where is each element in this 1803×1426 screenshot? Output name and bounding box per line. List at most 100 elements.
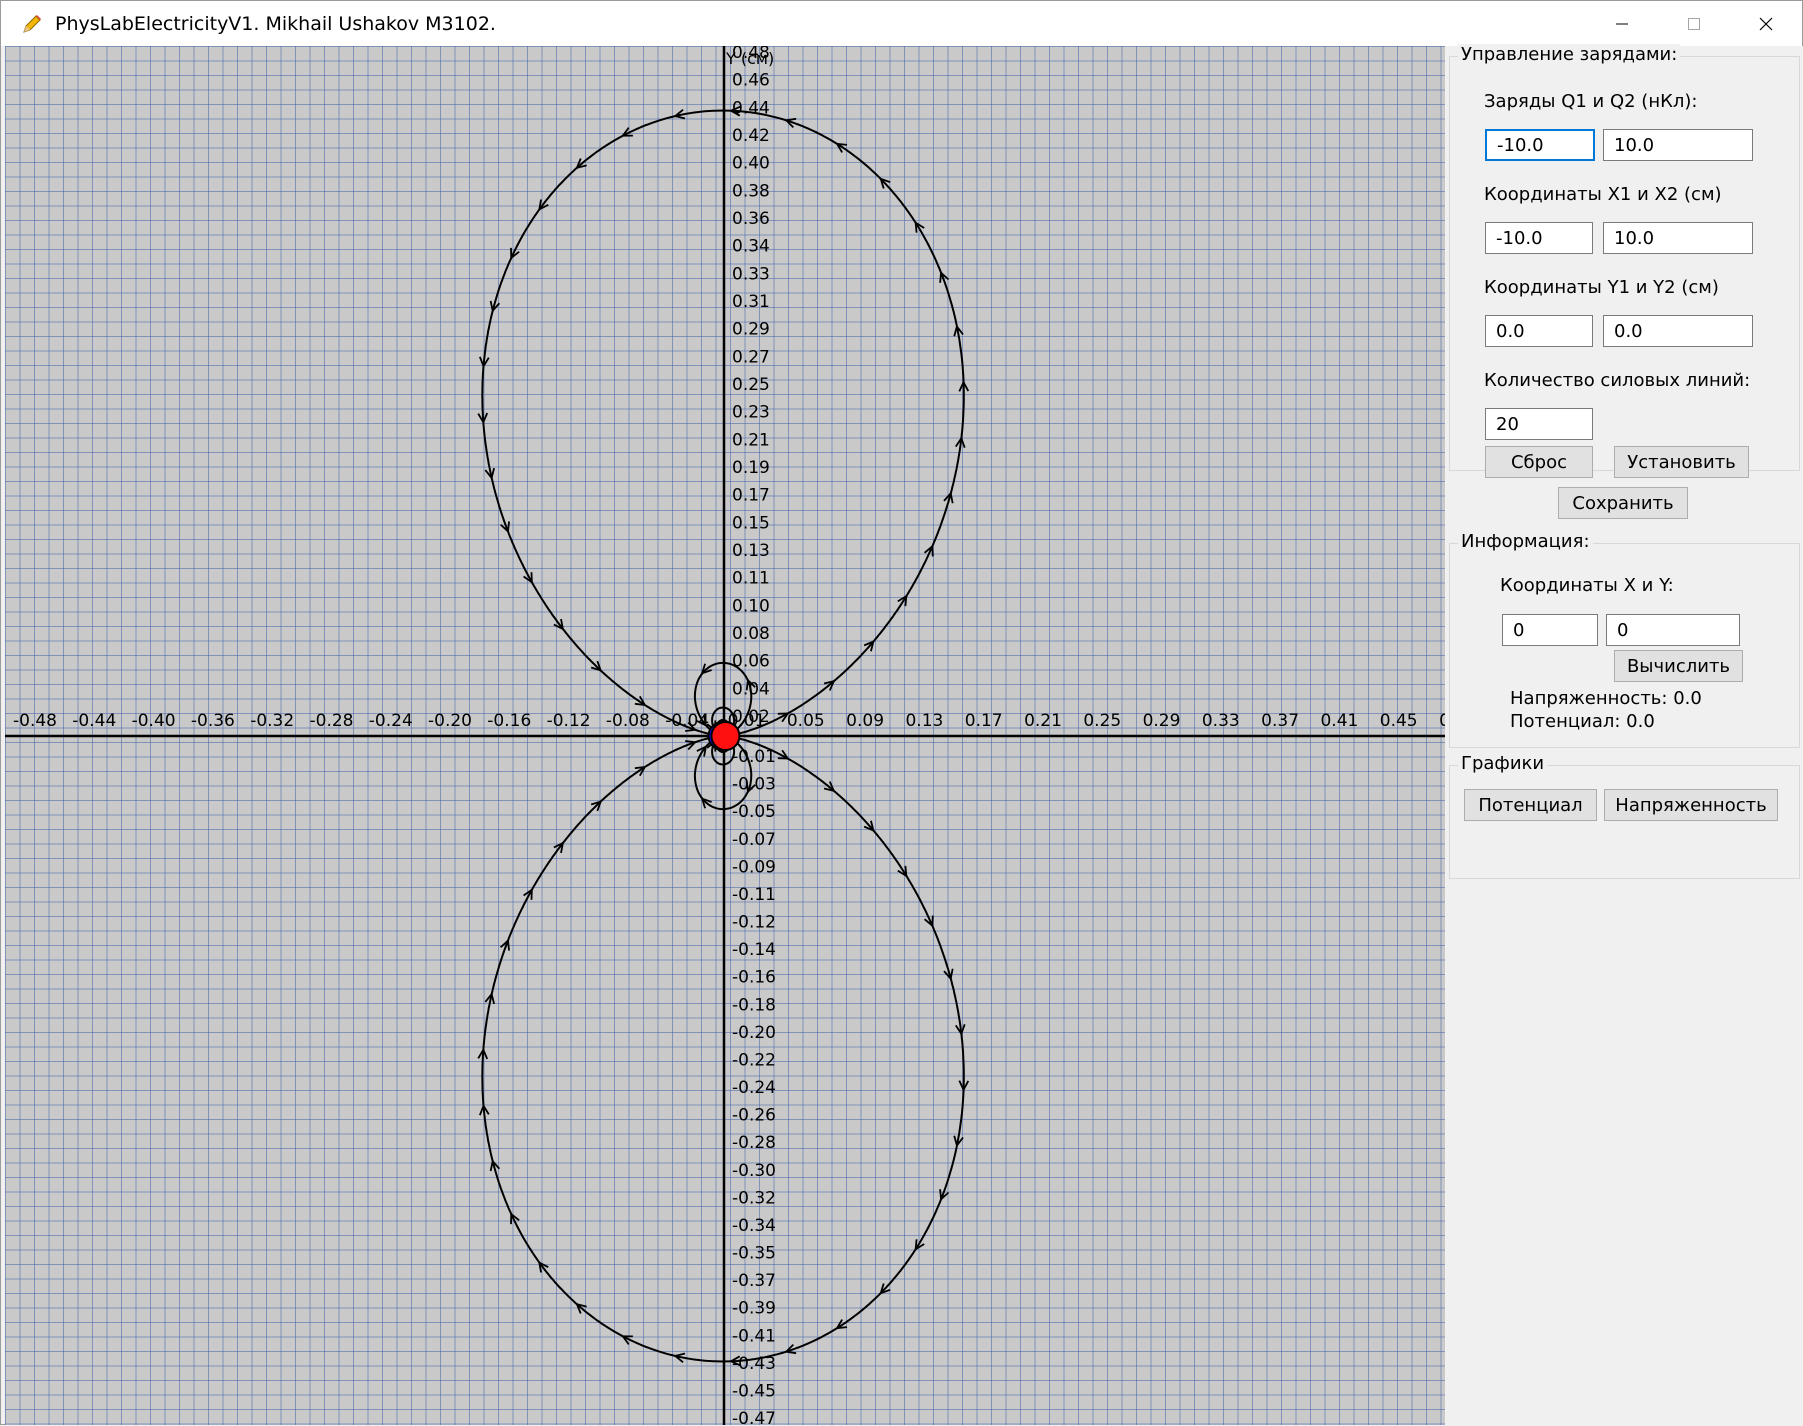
x-tick-label: 0.33 bbox=[1202, 711, 1240, 731]
x-tick-label: 0.13 bbox=[905, 711, 943, 731]
maximize-button[interactable] bbox=[1658, 1, 1730, 46]
title-bar[interactable]: PhysLabElectricityV1. Mikhail Ushakov M3… bbox=[1, 1, 1802, 46]
save-button[interactable]: Сохранить bbox=[1558, 487, 1688, 519]
y-tick-label: -0.47 bbox=[732, 1409, 776, 1425]
field-lines-plot[interactable]: Y (см) -0.48 -0.44 -0.40 -0.36 -0.32 -0.28 -0.… bbox=[5, 46, 1445, 1425]
x-tick-label: -0.36 bbox=[191, 711, 235, 731]
x-tick-label: 0.17 bbox=[965, 711, 1003, 731]
y-tick-label: 0.46 bbox=[732, 71, 770, 91]
pencil-icon bbox=[21, 13, 43, 35]
minimize-button[interactable] bbox=[1586, 1, 1658, 46]
y-tick-label: -0.39 bbox=[732, 1299, 776, 1319]
charge-q2-marker[interactable] bbox=[710, 721, 741, 751]
x-tick-label: 0.37 bbox=[1261, 711, 1299, 731]
y-tick-label: -0.28 bbox=[732, 1133, 776, 1153]
y-tick-label: 0.48 bbox=[732, 46, 770, 63]
y-tick-label: 0.31 bbox=[732, 292, 770, 312]
x-tick-label: 0.05 bbox=[787, 711, 825, 731]
x-tick-label: 0.45 bbox=[1380, 711, 1418, 731]
y-tick-label: 0.40 bbox=[732, 154, 770, 174]
x-tick-label: -0.20 bbox=[428, 711, 472, 731]
x-tick-label: -0.28 bbox=[310, 711, 354, 731]
x-tick-label: -0.24 bbox=[369, 711, 413, 731]
x1-input[interactable] bbox=[1485, 222, 1593, 254]
x-tick-label: -0.44 bbox=[72, 711, 116, 731]
coords-xy-label: Координаты X и Y: bbox=[1500, 575, 1674, 596]
y-tick-label: -0.24 bbox=[732, 1078, 776, 1098]
y-tick-label: 0.21 bbox=[732, 430, 770, 450]
y-tick-label: -0.22 bbox=[732, 1050, 776, 1070]
charges-group bbox=[707, 721, 741, 751]
y-tick-label: 0.15 bbox=[732, 513, 770, 533]
q2-input[interactable] bbox=[1603, 129, 1753, 161]
close-icon bbox=[1759, 17, 1773, 30]
info-x-input[interactable] bbox=[1502, 614, 1598, 646]
window-title: PhysLabElectricityV1. Mikhail Ushakov M3… bbox=[55, 12, 496, 35]
y-coords-label: Координаты Y1 и Y2 (см) bbox=[1484, 277, 1719, 298]
graphs-group: Графики Потенциал Напряженность bbox=[1449, 753, 1800, 879]
compute-button[interactable]: Вычислить bbox=[1614, 650, 1743, 682]
y-tick-label: 0.25 bbox=[732, 375, 770, 395]
q1-input[interactable] bbox=[1485, 129, 1595, 161]
minimize-icon bbox=[1616, 23, 1628, 24]
y-tick-label: 0.06 bbox=[732, 652, 770, 672]
y-tick-label: -0.07 bbox=[732, 830, 776, 850]
y-tick-label: 0.42 bbox=[732, 126, 770, 146]
x-tick-label: -0.12 bbox=[547, 711, 591, 731]
x-tick-label: -0.40 bbox=[132, 711, 176, 731]
info-y-input[interactable] bbox=[1606, 614, 1740, 646]
y-tick-label: -0.16 bbox=[732, 968, 776, 988]
potential-graph-button[interactable]: Потенциал bbox=[1464, 789, 1597, 821]
close-button[interactable] bbox=[1730, 1, 1802, 46]
x-tick-label: 0.21 bbox=[1024, 711, 1062, 731]
x-coords-label: Координаты X1 и X2 (см) bbox=[1484, 184, 1722, 205]
field-lines-count-input[interactable] bbox=[1485, 408, 1593, 440]
intensity-graph-button[interactable]: Напряженность bbox=[1604, 789, 1778, 821]
x-tick-label: -0.04 bbox=[665, 711, 709, 731]
y-tick-label: 0.23 bbox=[732, 403, 770, 423]
y-tick-label: 0.38 bbox=[732, 181, 770, 201]
y-tick-label: 0.29 bbox=[732, 320, 770, 340]
y-tick-label: 0.36 bbox=[732, 209, 770, 229]
y-tick-label: -0.35 bbox=[732, 1244, 776, 1264]
y-tick-label: 0.02 bbox=[732, 707, 770, 727]
charge-control-group: Управление зарядами: Заряды Q1 и Q2 (нКл… bbox=[1449, 44, 1800, 478]
y-tick-label: 0.17 bbox=[732, 486, 770, 506]
intensity-readout: Напряженность: 0.0 bbox=[1510, 688, 1702, 709]
x-tick-label: -0.08 bbox=[606, 711, 650, 731]
maximize-icon bbox=[1688, 17, 1700, 30]
y-tick-label: 0.44 bbox=[732, 98, 770, 118]
set-button[interactable]: Установить bbox=[1614, 446, 1749, 478]
y-tick-label: -0.43 bbox=[732, 1354, 776, 1374]
x-tick-label: -0.48 bbox=[13, 711, 57, 731]
y-tick-label: -0.32 bbox=[732, 1188, 776, 1208]
y-tick-label: -0.01 bbox=[732, 747, 776, 767]
y-tick-label: 0.13 bbox=[732, 541, 770, 561]
field-plot-canvas[interactable]: Y (см) -0.48 -0.44 -0.40 -0.36 -0.32 -0.28 -0.… bbox=[5, 46, 1445, 1425]
y-tick-label: -0.11 bbox=[732, 885, 776, 905]
y1-input[interactable] bbox=[1485, 315, 1593, 347]
y-tick-label: 0.08 bbox=[732, 624, 770, 644]
graphs-legend: Графики bbox=[1458, 753, 1548, 774]
y-tick-label: -0.12 bbox=[732, 913, 776, 933]
y-tick-label: -0.41 bbox=[732, 1326, 776, 1346]
x-tick-label: 0.09 bbox=[846, 711, 884, 731]
x-tick-label: -0.32 bbox=[250, 711, 294, 731]
y-tick-label: 0.04 bbox=[732, 679, 770, 699]
reset-button[interactable]: Сброс bbox=[1485, 446, 1593, 478]
y-tick-label: -0.05 bbox=[732, 802, 776, 822]
y2-input[interactable] bbox=[1603, 315, 1753, 347]
charges-label: Заряды Q1 и Q2 (нКл): bbox=[1484, 91, 1698, 112]
info-group: Информация: Координаты X и Y: Вычислить … bbox=[1449, 531, 1800, 748]
y-tick-label: -0.34 bbox=[732, 1216, 776, 1236]
y-tick-label: 0.11 bbox=[732, 569, 770, 589]
control-panel: Управление зарядами: Заряды Q1 и Q2 (нКл… bbox=[1445, 44, 1803, 1426]
x-tick-label: 0.25 bbox=[1083, 711, 1121, 731]
y-tick-label: -0.03 bbox=[732, 775, 776, 795]
y-tick-label: 0.19 bbox=[732, 458, 770, 478]
x2-input[interactable] bbox=[1603, 222, 1753, 254]
y-tick-label: 0.33 bbox=[732, 264, 770, 284]
y-tick-label: -0.30 bbox=[732, 1161, 776, 1181]
app-window: PhysLabElectricityV1. Mikhail Ushakov M3… bbox=[0, 0, 1803, 1426]
info-legend: Информация: bbox=[1458, 531, 1593, 552]
